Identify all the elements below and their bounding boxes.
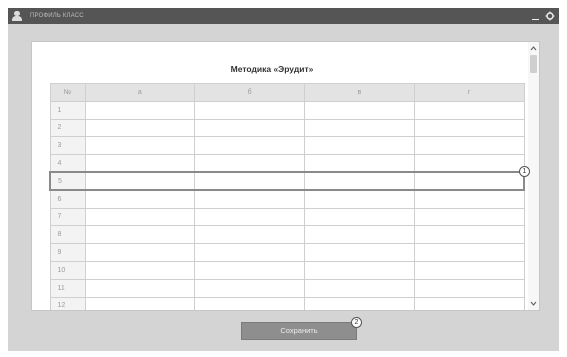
table-row: 10 (49, 260, 525, 280)
window-title: ПРОФИЛЬ КЛАСС (30, 13, 84, 19)
table-cell[interactable] (413, 207, 525, 227)
table-cell[interactable] (84, 100, 196, 120)
table-cell[interactable] (413, 278, 525, 298)
user-icon (12, 11, 22, 21)
table-cell[interactable] (194, 118, 305, 138)
table-cell[interactable] (84, 207, 196, 227)
table-cell[interactable] (413, 154, 525, 173)
table-cell[interactable] (413, 243, 525, 262)
table-cell[interactable] (84, 118, 196, 138)
row-number: 1 (49, 100, 86, 120)
table-cell[interactable] (84, 189, 196, 209)
table-cell[interactable] (413, 118, 525, 138)
table-cell[interactable] (194, 136, 305, 156)
table-row: 8 (49, 225, 525, 245)
data-table: № а б в г 1 2 3 4 5 6 7 8 9 10 11 12 (49, 83, 525, 310)
minimize-icon[interactable] (532, 18, 539, 20)
table-row-selected[interactable]: 5 (49, 171, 525, 192)
table-row: 7 (49, 207, 525, 227)
table-row: 1 (49, 100, 525, 120)
column-header: в (304, 83, 415, 102)
table-cell[interactable] (194, 278, 305, 298)
save-button[interactable]: Сохранить (241, 322, 357, 340)
table-row: 11 (49, 278, 525, 298)
table-header-row: № а б в г (49, 83, 525, 102)
table-cell[interactable] (194, 189, 305, 209)
row-number: 3 (49, 136, 86, 156)
row-number: 9 (49, 243, 86, 262)
table-cell[interactable] (84, 136, 196, 156)
table-cell[interactable] (194, 154, 305, 173)
callout-marker-2: 2 (351, 317, 362, 328)
gear-icon[interactable] (545, 11, 555, 21)
table-cell[interactable] (194, 243, 305, 262)
row-number: 6 (49, 189, 86, 209)
table-cell[interactable] (194, 171, 305, 192)
table-row: 4 (49, 154, 525, 173)
chevron-down-icon[interactable] (530, 300, 537, 307)
window-body: Методика «Эрудит» № а б в г 1 2 3 4 5 6 … (8, 24, 559, 351)
title-bar: ПРОФИЛЬ КЛАСС (8, 8, 559, 24)
table-row: 6 (49, 189, 525, 209)
table-cell[interactable] (84, 225, 196, 245)
table-cell[interactable] (413, 296, 525, 310)
row-number: 10 (49, 260, 86, 280)
table-cell[interactable] (304, 171, 415, 192)
form-panel: Методика «Эрудит» № а б в г 1 2 3 4 5 6 … (31, 41, 540, 311)
table-cell[interactable] (304, 118, 415, 138)
table-cell[interactable] (304, 225, 415, 245)
row-number: 4 (49, 154, 86, 173)
table-cell[interactable] (304, 189, 415, 209)
table-row: 2 (49, 118, 525, 138)
table-cell[interactable] (304, 296, 415, 310)
table-cell[interactable] (413, 189, 525, 209)
table-cell[interactable] (194, 296, 305, 310)
row-number: 11 (49, 278, 86, 298)
table-cell[interactable] (413, 100, 525, 120)
table-cell[interactable] (304, 278, 415, 298)
table-row: 3 (49, 136, 525, 156)
table-cell[interactable] (304, 154, 415, 173)
vertical-scrollbar[interactable] (528, 42, 539, 310)
row-number: 2 (49, 118, 86, 138)
table-cell[interactable] (194, 260, 305, 280)
table-cell[interactable] (413, 136, 525, 156)
row-number: 12 (49, 296, 86, 310)
column-header: № (49, 83, 86, 102)
table-cell[interactable] (304, 243, 415, 262)
column-header: г (413, 83, 525, 102)
panel-title: Методика «Эрудит» (230, 64, 314, 74)
chevron-up-icon[interactable] (530, 45, 537, 52)
table-cell[interactable] (84, 243, 196, 262)
callout-marker-1: 1 (519, 166, 530, 177)
table-cell[interactable] (84, 154, 196, 173)
table-cell[interactable] (304, 207, 415, 227)
table-cell[interactable] (304, 260, 415, 280)
row-number: 7 (49, 207, 86, 227)
column-header: б (194, 83, 305, 102)
table-cell[interactable] (194, 100, 305, 120)
table-row: 9 (49, 243, 525, 262)
table-cell[interactable] (84, 171, 196, 192)
row-number: 8 (49, 225, 86, 245)
table-cell[interactable] (413, 171, 525, 192)
table-row: 12 (49, 296, 525, 310)
row-number: 5 (49, 171, 86, 192)
table-cell[interactable] (84, 296, 196, 310)
table-cell[interactable] (84, 260, 196, 280)
table-cell[interactable] (413, 225, 525, 245)
table-cell[interactable] (194, 207, 305, 227)
table-cell[interactable] (413, 260, 525, 280)
table-cell[interactable] (84, 278, 196, 298)
scroll-thumb[interactable] (530, 55, 537, 73)
table-cell[interactable] (304, 100, 415, 120)
table-cell[interactable] (194, 225, 305, 245)
table-cell[interactable] (304, 136, 415, 156)
column-header: а (84, 83, 196, 102)
